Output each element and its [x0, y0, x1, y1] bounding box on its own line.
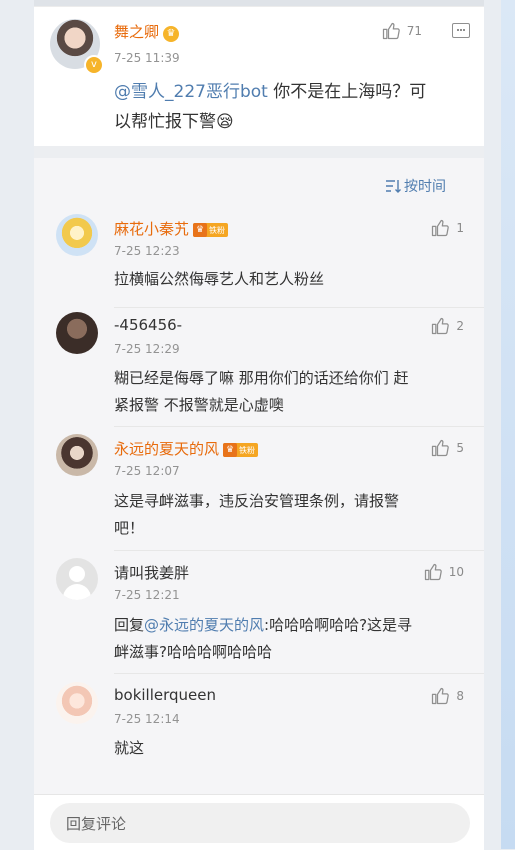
- replies-list: 按时间 麻花小秦艽 ♛ 铁粉 7-25 12:23 1 拉横幅公然侮辱艺人和艺人粉丝…: [34, 158, 484, 794]
- like-count: 8: [456, 689, 464, 703]
- timestamp: 7-25 12:14: [114, 712, 180, 726]
- username-text[interactable]: 永远的夏天的风: [114, 440, 219, 458]
- crown-icon: ♛: [193, 223, 208, 237]
- reply-input-placeholder: 回复评论: [66, 814, 127, 833]
- like-count: 2: [456, 319, 464, 333]
- username[interactable]: 麻花小秦艽 ♛ 铁粉: [114, 218, 229, 239]
- username-text[interactable]: 舞之卿: [114, 23, 159, 41]
- fan-badge: ♛ 铁粉: [193, 223, 229, 237]
- section-separator: [34, 146, 484, 158]
- crown-icon: ♛: [163, 25, 180, 42]
- username[interactable]: 永远的夏天的风 ♛ 铁粉: [114, 438, 259, 459]
- reply-text: 拉横幅公然侮辱艺人和艺人粉丝: [114, 270, 325, 288]
- username[interactable]: 请叫我姜胖: [114, 562, 189, 583]
- like-button[interactable]: 71: [381, 21, 422, 41]
- main-comment: v 舞之卿 ♛ 7-25 11:39 71 @雪人_227恶行bot 你不是在上海…: [34, 6, 484, 147]
- reply-input[interactable]: 回复评论: [50, 803, 470, 843]
- timestamp: 7-25 12:07: [114, 464, 180, 478]
- crown-icon: ♛: [223, 443, 238, 457]
- mention-link[interactable]: @雪人_227恶行bot: [114, 82, 268, 102]
- emoji: 😪: [216, 112, 234, 132]
- avatar[interactable]: [56, 214, 98, 256]
- timestamp: 7-25 11:39: [114, 51, 180, 65]
- username[interactable]: -456456-: [114, 316, 182, 334]
- reply-text: 糊已经是侮辱了嘛 那用你们的话还给你们 赶 紧报警 不报警就是心虚噢: [114, 369, 409, 414]
- thumbs-up-icon: [430, 686, 450, 706]
- timestamp: 7-25 12:21: [114, 588, 180, 602]
- avatar[interactable]: [56, 434, 98, 476]
- like-count: 71: [406, 24, 422, 38]
- username[interactable]: bokillerqueen: [114, 686, 216, 704]
- side-edge: [501, 0, 515, 849]
- username-text[interactable]: 麻花小秦艽: [114, 220, 189, 238]
- mention-link[interactable]: @永远的夏天的风: [144, 616, 264, 634]
- like-count: 1: [456, 221, 464, 235]
- like-button[interactable]: 10: [423, 562, 464, 582]
- reply-text: 这是寻衅滋事，违反治安管理条例，请报警 吧！: [114, 492, 400, 537]
- like-button[interactable]: 5: [430, 438, 464, 458]
- reply-bar: 回复评论: [34, 794, 484, 850]
- comment-icon[interactable]: [452, 23, 470, 38]
- sort-label[interactable]: 按时间: [404, 176, 446, 196]
- avatar[interactable]: [56, 682, 98, 724]
- fan-badge: ♛ 铁粉: [223, 443, 259, 457]
- like-count: 5: [456, 441, 464, 455]
- username[interactable]: 舞之卿 ♛: [114, 21, 180, 42]
- timestamp: 7-25 12:29: [114, 342, 180, 356]
- sort-button[interactable]: 按时间: [385, 176, 446, 196]
- verified-icon: v: [84, 55, 104, 75]
- thumbs-up-icon: [430, 218, 450, 238]
- divider: [114, 550, 484, 551]
- sort-icon: [386, 180, 401, 193]
- thumbs-up-icon: [381, 21, 401, 41]
- thumbs-up-icon: [430, 316, 450, 336]
- avatar[interactable]: [56, 312, 98, 354]
- avatar[interactable]: [56, 558, 98, 600]
- like-button[interactable]: 2: [430, 316, 464, 336]
- reply-text: 就这: [114, 739, 145, 757]
- thumbs-up-icon: [423, 562, 443, 582]
- timestamp: 7-25 12:23: [114, 244, 180, 258]
- thumbs-up-icon: [430, 438, 450, 458]
- reply-text: 回复@永远的夏天的风:哈哈哈啊哈哈?这是寻 衅滋事?哈哈哈啊哈哈哈: [114, 616, 413, 661]
- like-button[interactable]: 1: [430, 218, 464, 238]
- comment-text: @雪人_227恶行bot 你不是在上海吗？可 以帮忙报下警😪: [114, 82, 427, 132]
- like-button[interactable]: 8: [430, 686, 464, 706]
- divider: [114, 307, 484, 308]
- like-count: 10: [448, 565, 464, 579]
- divider: [114, 426, 484, 427]
- divider: [114, 673, 484, 674]
